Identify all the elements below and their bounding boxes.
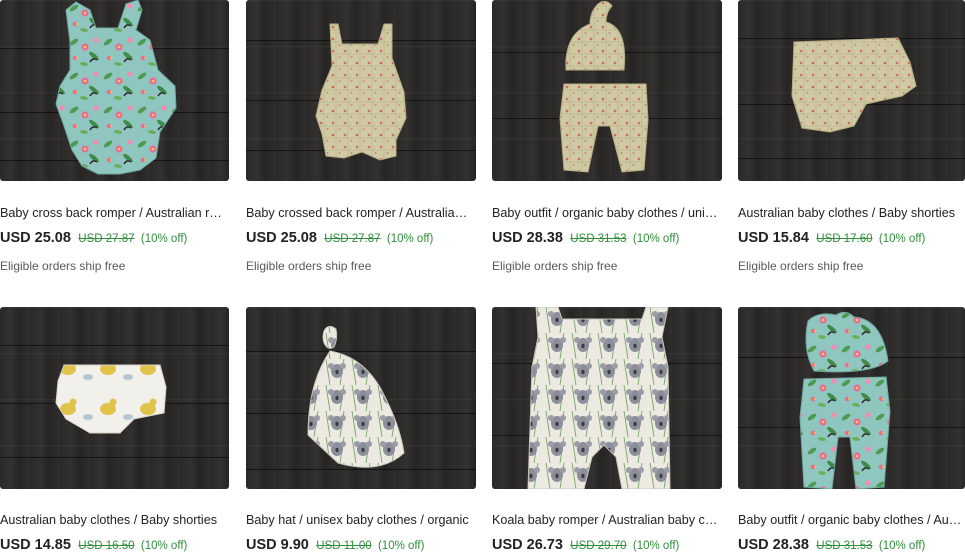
listing-image[interactable] (0, 0, 229, 181)
romper-floral-image (55, 0, 177, 175)
listing-price: USD 28.38 (492, 230, 563, 246)
shipping-note: Eligible orders ship free (0, 259, 126, 273)
listing-title[interactable]: Koala baby romper / Australian baby clot… (492, 513, 720, 527)
hat-pants-floral-image (799, 311, 891, 489)
discount-label: (10% off) (140, 540, 188, 552)
listing-price: USD 26.73 (492, 537, 563, 553)
original-price: USD 27.87 (324, 233, 381, 245)
price-line: USD 9.90 USD 11.00 (10% off) (246, 537, 424, 553)
price-line: USD 28.38 USD 31.53 (10% off) (738, 537, 925, 553)
listing-title[interactable]: Australian baby clothes / Baby shorties (0, 513, 228, 527)
price-line: USD 14.85 USD 16.50 (10% off) (0, 537, 187, 553)
shipping-note: Eligible orders ship free (246, 259, 372, 273)
listing-image[interactable] (0, 307, 229, 489)
shorties-duck-image (55, 364, 167, 434)
listing-title[interactable]: Australian baby clothes / Baby shorties (738, 206, 965, 220)
original-price: USD 11.00 (316, 540, 372, 552)
listing-title[interactable]: Baby cross back romper / Australian romp… (0, 206, 228, 220)
price-line: USD 25.08 USD 27.87 (10% off) (0, 230, 187, 246)
hat-pants-check-image (559, 0, 649, 173)
listing-image[interactable] (246, 0, 476, 181)
original-price: USD 29.70 (570, 540, 627, 552)
shipping-note: Eligible orders ship free (492, 259, 618, 273)
romper-check-image (315, 23, 407, 161)
original-price: USD 17.60 (816, 233, 873, 245)
discount-label: (10% off) (377, 540, 425, 552)
listing-price: USD 9.90 (246, 537, 309, 553)
listing-price: USD 28.38 (738, 537, 809, 553)
original-price: USD 31.53 (816, 540, 873, 552)
price-line: USD 15.84 USD 17.60 (10% off) (738, 230, 925, 246)
price-line: USD 25.08 USD 27.87 (10% off) (246, 230, 433, 246)
discount-label: (10% off) (878, 233, 926, 245)
listing-image[interactable] (492, 0, 722, 181)
listing-price: USD 15.84 (738, 230, 809, 246)
shipping-note: Eligible orders ship free (738, 259, 864, 273)
discount-label: (10% off) (632, 233, 680, 245)
listing-title[interactable]: Baby outfit / organic baby clothes / uni… (492, 206, 720, 220)
listing-image[interactable] (738, 307, 965, 489)
listing-price: USD 25.08 (246, 230, 317, 246)
listing-title[interactable]: Baby crossed back romper / Australian ro… (246, 206, 474, 220)
hat-koala-image (307, 325, 405, 468)
listing-price: USD 14.85 (0, 537, 71, 553)
listing-image[interactable] (738, 0, 965, 181)
romper-koala-image (527, 307, 671, 489)
original-price: USD 16.50 (78, 540, 135, 552)
original-price: USD 27.87 (78, 233, 135, 245)
original-price: USD 31.53 (570, 233, 627, 245)
discount-label: (10% off) (386, 233, 434, 245)
listing-title[interactable]: Baby hat / unisex baby clothes / organic (246, 513, 474, 527)
price-line: USD 26.73 USD 29.70 (10% off) (492, 537, 679, 553)
listing-image[interactable] (492, 307, 722, 489)
listing-price: USD 25.08 (0, 230, 71, 246)
listing-image[interactable] (246, 307, 476, 489)
discount-label: (10% off) (140, 233, 188, 245)
price-line: USD 28.38 USD 31.53 (10% off) (492, 230, 679, 246)
shorties-check-image (791, 37, 917, 133)
discount-label: (10% off) (632, 540, 680, 552)
discount-label: (10% off) (878, 540, 926, 552)
listing-title[interactable]: Baby outfit / organic baby clothes / Aus… (738, 513, 965, 527)
